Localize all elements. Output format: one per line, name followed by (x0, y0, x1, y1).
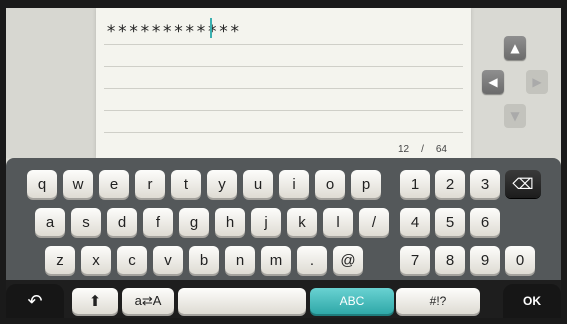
key-o[interactable]: o (315, 170, 345, 198)
key-7[interactable]: 7 (400, 246, 430, 274)
key-l[interactable]: l (323, 208, 353, 236)
key-m[interactable]: m (261, 246, 291, 274)
counter-separator: / (421, 144, 424, 155)
ruled-line (104, 110, 463, 111)
key-w[interactable]: w (63, 170, 93, 198)
key-r[interactable]: r (135, 170, 165, 198)
password-field[interactable]: ************ (106, 22, 241, 42)
key-8[interactable]: 8 (435, 246, 465, 274)
key-i[interactable]: i (279, 170, 309, 198)
ruled-line (104, 88, 463, 89)
key-u[interactable]: u (243, 170, 273, 198)
ok-button[interactable]: OK (503, 284, 561, 318)
backspace-button[interactable]: ⌫ (505, 170, 541, 198)
ruled-line (104, 66, 463, 67)
cursor-left-button[interactable]: ◀ (482, 70, 504, 94)
key-g[interactable]: g (179, 208, 209, 236)
key-z[interactable]: z (45, 246, 75, 274)
key-e[interactable]: e (99, 170, 129, 198)
key-at[interactable]: @ (333, 246, 363, 274)
left-margin (6, 8, 96, 158)
cursor-dpad: ▲ ◀ ▶ ▼ (482, 36, 550, 136)
key-k[interactable]: k (287, 208, 317, 236)
key-y[interactable]: y (207, 170, 237, 198)
screen: ************ 12/64 ▲ ◀ ▶ ▼ q w e r t y u… (6, 8, 561, 318)
key-p[interactable]: p (351, 170, 381, 198)
key-6[interactable]: 6 (470, 208, 500, 236)
key-c[interactable]: c (117, 246, 147, 274)
text-input-area[interactable]: ************ 12 / 64 (96, 8, 471, 158)
case-toggle-button[interactable]: a⇄A (122, 288, 174, 314)
key-9[interactable]: 9 (470, 246, 500, 274)
key-t[interactable]: t (171, 170, 201, 198)
key-0[interactable]: 0 (505, 246, 535, 274)
key-v[interactable]: v (153, 246, 183, 274)
back-button[interactable]: ↶ (6, 284, 64, 318)
key-j[interactable]: j (251, 208, 281, 236)
space-bar[interactable] (178, 288, 306, 314)
mode-symbols-button[interactable]: #!? (396, 288, 480, 314)
key-slash[interactable]: / (359, 208, 389, 236)
key-2[interactable]: 2 (435, 170, 465, 198)
key-h[interactable]: h (215, 208, 245, 236)
key-q[interactable]: q (27, 170, 57, 198)
char-count: 12 (397, 144, 410, 155)
backspace-icon: ⌫ (512, 176, 534, 193)
key-f[interactable]: f (143, 208, 173, 236)
back-icon: ↶ (27, 290, 43, 311)
left-arrow-icon: ◀ (488, 75, 498, 89)
max-chars: 64 (435, 144, 447, 155)
mode-abc-button[interactable]: ABC (310, 288, 394, 314)
cursor-down-button[interactable]: ▼ (504, 104, 526, 128)
key-5[interactable]: 5 (435, 208, 465, 236)
key-a[interactable]: a (35, 208, 65, 236)
down-arrow-icon: ▼ (510, 109, 520, 123)
key-1[interactable]: 1 (400, 170, 430, 198)
ruled-line (104, 44, 463, 45)
key-period[interactable]: . (297, 246, 327, 274)
right-arrow-icon: ▶ (532, 75, 542, 89)
text-caret (210, 18, 212, 38)
up-arrow-icon: ▲ (510, 41, 520, 55)
key-4[interactable]: 4 (400, 208, 430, 236)
cursor-right-button[interactable]: ▶ (526, 70, 548, 94)
ruled-line (104, 132, 463, 133)
shift-icon: ⬆ (88, 293, 102, 310)
key-x[interactable]: x (81, 246, 111, 274)
key-n[interactable]: n (225, 246, 255, 274)
key-d[interactable]: d (107, 208, 137, 236)
key-s[interactable]: s (71, 208, 101, 236)
key-3[interactable]: 3 (470, 170, 500, 198)
shift-button[interactable]: ⬆ (72, 288, 118, 314)
key-b[interactable]: b (189, 246, 219, 274)
character-counter: 12 / 64 (392, 144, 453, 155)
cursor-up-button[interactable]: ▲ (504, 36, 526, 60)
